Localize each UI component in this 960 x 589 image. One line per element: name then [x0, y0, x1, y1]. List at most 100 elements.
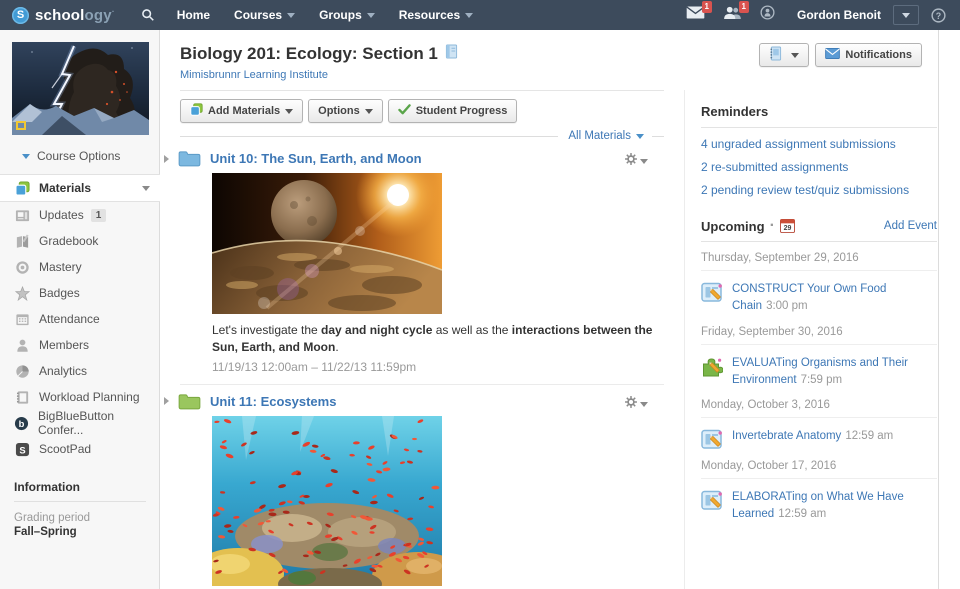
sidebar-item-label: Attendance [39, 312, 100, 326]
sidebar-item-label: Workload Planning [39, 390, 140, 404]
upcoming-date-group: Thursday, September 29, 2016CONSTRUCT Yo… [701, 242, 937, 316]
chevron-down-icon [640, 402, 648, 407]
unit-description: Let's investigate the day and night cycl… [212, 322, 664, 357]
notebook-icon [769, 46, 782, 64]
reminder-link[interactable]: 4 ungraded assignment submissions [701, 137, 937, 151]
unit-body: Let's investigate the day and night cycl… [212, 173, 664, 374]
updates-icon [14, 207, 30, 223]
options-button[interactable]: Options [308, 99, 383, 123]
nav-item-home[interactable]: Home [177, 8, 210, 22]
sidebar-item-gradebook[interactable]: Gradebook [0, 228, 159, 254]
sidebar-item-badges[interactable]: Badges [0, 280, 159, 306]
materials-toolbar: Add Materials Options Student Progress [180, 99, 664, 123]
sidebar-item-attendance[interactable]: Attendance [0, 306, 159, 332]
institution-link[interactable]: Mimisbrunnr Learning Institute [180, 69, 328, 81]
add-event-link[interactable]: Add Event [884, 220, 937, 232]
chevron-down-icon [902, 13, 910, 18]
sidebar-item-updates[interactable]: Updates1 [0, 202, 159, 228]
upcoming-header: Upcoming · 29 Add Event [701, 217, 937, 242]
information-heading: Information [14, 480, 146, 502]
folder-options-gear[interactable] [624, 152, 648, 171]
analytics-icon [14, 363, 30, 379]
chevron-down-icon [22, 154, 30, 159]
notifications-bell-icon[interactable] [760, 5, 775, 25]
chevron-down-icon [465, 13, 473, 18]
sidebar-item-members[interactable]: Members [0, 332, 159, 358]
add-materials-button[interactable]: Add Materials [180, 99, 303, 123]
connections-badge: 1 [739, 1, 749, 13]
sidebar-item-label: ScootPad [39, 442, 91, 456]
notifications-button[interactable]: Notifications [815, 43, 922, 67]
help-icon[interactable]: ? [931, 8, 946, 23]
sidebar-item-bigbluebutton-confer[interactable]: b BigBlueButton Confer... [0, 410, 159, 436]
materials-filter-row: All Materials [180, 130, 664, 142]
reminders-heading: Reminders [701, 104, 937, 128]
schoology-logo[interactable]: S schoology· [12, 7, 115, 24]
badges-icon [14, 285, 30, 301]
sidebar-item-scootpad[interactable]: SScootPad [0, 436, 159, 462]
nav-item-label: Courses [234, 8, 282, 22]
search-icon[interactable] [141, 8, 155, 22]
materials-filter-dropdown[interactable]: All Materials [568, 130, 631, 142]
sidebar-item-workload-planning[interactable]: Workload Planning [0, 384, 159, 410]
folder-options-gear[interactable] [624, 395, 648, 414]
sidebar-item-analytics[interactable]: Analytics [0, 358, 159, 384]
grading-period-value: Fall–Spring [14, 526, 146, 538]
sidebar-item-label: Gradebook [39, 234, 98, 248]
content-columns: Add Materials Options Student Progress A… [160, 90, 938, 589]
course-materials-dropdown-button[interactable] [759, 43, 809, 67]
nav-item-label: Groups [319, 8, 362, 22]
section-divider [180, 384, 664, 385]
upcoming-date: Monday, October 3, 2016 [701, 389, 937, 418]
sidebar-item-label: Members [39, 338, 89, 352]
sidebar-item-label: Analytics [39, 364, 87, 378]
upcoming-heading: Upcoming [701, 219, 765, 234]
unit-folder-link[interactable]: Unit 11: Ecosystems [210, 394, 336, 409]
nav-item-groups[interactable]: Groups [319, 8, 375, 22]
reminder-link[interactable]: 2 pending review test/quiz submissions [701, 183, 937, 197]
sidebar-item-label: Materials [39, 181, 91, 195]
upcoming-date-group: Monday, October 17, 2016ELABORATing on W… [701, 450, 937, 524]
sidebar-item-label: BigBlueButton Confer... [38, 409, 149, 437]
sidebar-item-mastery[interactable]: Mastery [0, 254, 159, 280]
calendar-icon[interactable]: 29 [780, 217, 795, 235]
nav-item-label: Resources [399, 8, 460, 22]
navbar-right: 1 1 Gordon Benoit ? [668, 5, 946, 25]
chevron-right-icon[interactable] [164, 397, 169, 405]
messages-icon[interactable]: 1 [686, 6, 705, 24]
user-menu-caret[interactable] [893, 5, 919, 25]
upcoming-event: CONSTRUCT Your Own Food Chain3:00 pm [701, 281, 937, 316]
nav-item-courses[interactable]: Courses [234, 8, 295, 22]
upcoming-event: Invertebrate Anatomy 12:59 am [701, 428, 937, 450]
reminder-link[interactable]: 2 re-submitted assignments [701, 160, 937, 174]
event-link[interactable]: CONSTRUCT Your Own Food Chain [732, 283, 886, 312]
event-time: 3:00 pm [766, 300, 808, 312]
gear-icon [624, 152, 638, 171]
grading-period-label: Grading period [14, 512, 146, 524]
updates-count-badge: 1 [91, 209, 107, 222]
user-menu[interactable]: Gordon Benoit [797, 8, 881, 22]
attendance-icon [14, 311, 30, 327]
schoology-logo-mark: S [12, 7, 29, 24]
unit-folder-link[interactable]: Unit 10: The Sun, Earth, and Moon [210, 151, 422, 166]
schoology-logo-text: schoology· [35, 7, 115, 24]
event-link[interactable]: Invertebrate Anatomy [732, 430, 841, 442]
materials-icon [14, 180, 30, 196]
folder-green-icon[interactable] [178, 393, 201, 410]
upcoming-date: Monday, October 17, 2016 [701, 450, 937, 479]
student-progress-button[interactable]: Student Progress [388, 99, 518, 123]
nav-item-resources[interactable]: Resources [399, 8, 473, 22]
person-broadcast-icon [760, 5, 775, 25]
unit-photo-reef [212, 416, 664, 586]
course-nav-menu: Materials Updates1 Gradebook MasteryBadges A… [0, 174, 159, 462]
folder-blue-icon[interactable] [178, 150, 201, 167]
sidebar-item-materials[interactable]: Materials [0, 174, 160, 202]
event-time: 12:59 am [845, 430, 893, 442]
mastery-icon [14, 259, 30, 275]
connections-icon[interactable]: 1 [723, 6, 742, 24]
course-options-button[interactable]: Course Options [0, 135, 159, 174]
bigbluebutton-icon: b [14, 415, 29, 431]
materials-column: Add Materials Options Student Progress A… [160, 90, 685, 589]
chevron-right-icon[interactable] [164, 155, 169, 163]
svg-text:b: b [19, 419, 25, 429]
